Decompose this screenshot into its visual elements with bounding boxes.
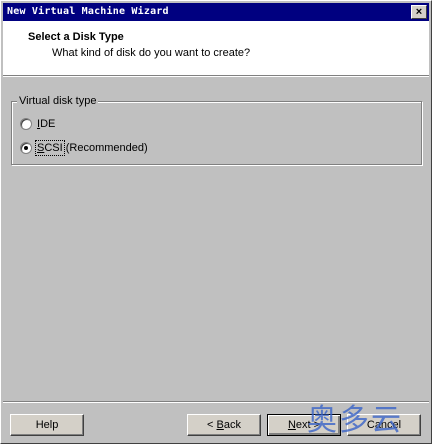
radio-ide-text: DE [40,118,56,130]
back-mnemonic: B [216,419,224,431]
title-bar[interactable]: New Virtual Machine Wizard × [3,3,429,21]
back-button[interactable]: < Back [187,414,261,436]
next-mnemonic: N [287,419,296,431]
disk-type-group [11,101,422,165]
wizard-window: New Virtual Machine Wizard × Select a Di… [0,0,432,444]
watermark-logo: 奥多云 [307,403,403,438]
radio-ide[interactable]: IDE [20,117,55,131]
radio-ide-label[interactable]: IDE [37,118,55,130]
header-divider [3,75,429,77]
radio-scsi-suffix: (Recommended) [62,142,148,154]
radio-scsi-button[interactable] [20,142,32,154]
window-title: New Virtual Machine Wizard [7,6,169,17]
radio-scsi-text: CSI [44,142,63,154]
radio-scsi[interactable]: SCSI (Recommended) [20,140,148,156]
wizard-header: Select a Disk Type What kind of disk do … [3,21,429,75]
disk-type-legend: Virtual disk type [17,95,99,107]
close-button[interactable]: × [411,5,427,19]
radio-scsi-label[interactable]: SCSI (Recommended) [35,140,148,156]
page-subtitle: What kind of disk do you want to create? [52,47,251,59]
back-text: ack [223,419,241,431]
radio-ide-button[interactable] [20,118,32,130]
back-prefix: < [207,419,217,431]
close-icon: × [415,5,423,18]
radio-scsi-focus: SCSI [35,140,65,156]
help-button[interactable]: Help [10,414,84,436]
page-title: Select a Disk Type [28,31,124,43]
